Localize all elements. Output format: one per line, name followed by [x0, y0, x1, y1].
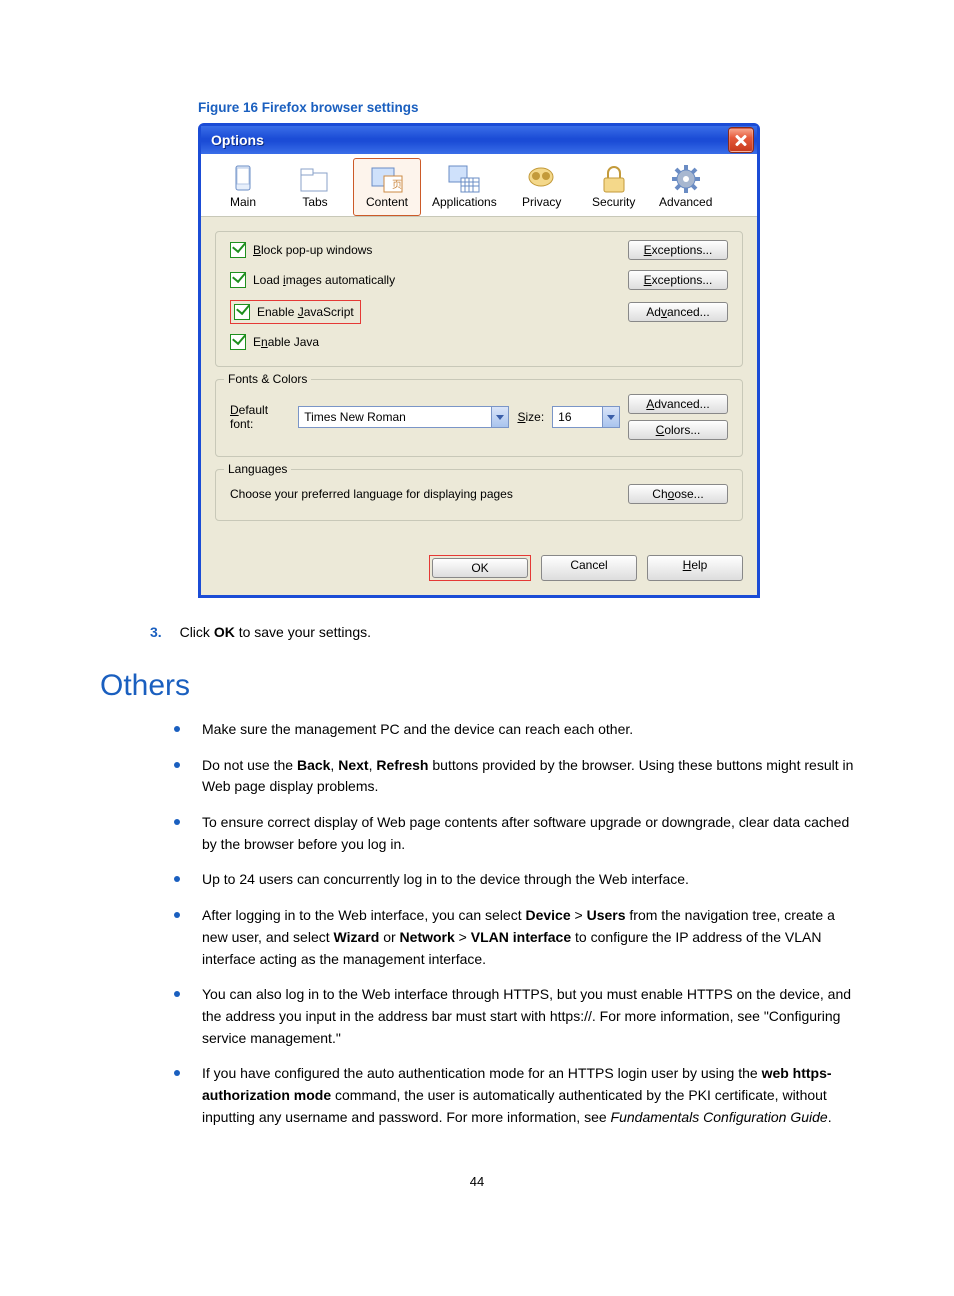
default-font-label: Default font:	[230, 403, 290, 431]
ok-highlight: OK	[429, 555, 531, 581]
tabs-icon	[297, 163, 333, 195]
list-item: Do not use the Back, Next, Refresh butto…	[168, 755, 854, 812]
step-number: 3.	[150, 624, 162, 640]
list-item: To ensure correct display of Web page co…	[168, 812, 854, 869]
title-bar-title: Options	[211, 132, 264, 148]
tab-label: Main	[230, 195, 256, 209]
tab-label: Privacy	[522, 195, 561, 209]
size-label: Size:	[517, 410, 544, 424]
security-icon	[596, 163, 632, 195]
tab-advanced[interactable]: Advanced	[652, 158, 720, 216]
checkbox-java[interactable]	[230, 334, 246, 350]
checkbox-popup[interactable]	[230, 242, 246, 258]
list-item: If you have configured the auto authenti…	[168, 1063, 854, 1142]
checkbox-images[interactable]	[230, 272, 246, 288]
gear-icon	[668, 163, 704, 195]
main-icon	[225, 163, 261, 195]
checkbox-label: BBlock pop-up windowslock pop-up windows	[253, 243, 372, 257]
others-list: Make sure the management PC and the devi…	[168, 719, 854, 1142]
tab-main[interactable]: Main	[209, 158, 277, 216]
tab-label: Advanced	[659, 195, 712, 209]
help-button[interactable]: Help	[647, 555, 743, 581]
category-toolbar: Main Tabs 页 Content Applications	[201, 154, 757, 217]
page-number: 44	[0, 1174, 954, 1189]
checkbox-label: Enable Java	[253, 335, 319, 349]
applications-icon	[446, 163, 482, 195]
checkbox-label: Load images automatically	[253, 273, 395, 287]
step-3: 3. Click OK to save your settings.	[150, 622, 954, 643]
dialog-buttons: OK Cancel Help	[201, 547, 757, 595]
title-bar: Options	[201, 126, 757, 154]
enable-js-highlight: Enable JavaScript	[230, 300, 361, 324]
heading-others: Others	[100, 669, 954, 703]
checkbox-js[interactable]	[234, 304, 250, 320]
font-select[interactable]: Times New Roman	[298, 406, 509, 428]
choose-button[interactable]: Choose...	[628, 484, 728, 504]
group-legend: Languages	[224, 462, 291, 476]
tab-security[interactable]: Security	[580, 158, 648, 216]
content-icon: 页	[369, 163, 405, 195]
tab-label: Tabs	[302, 195, 327, 209]
tab-tabs[interactable]: Tabs	[281, 158, 349, 216]
checkbox-label: Enable JavaScript	[257, 305, 354, 319]
figure-caption: Figure 16 Firefox browser settings	[198, 100, 954, 115]
advanced-button[interactable]: Advanced...	[628, 394, 728, 414]
languages-group: Languages Choose your preferred language…	[215, 469, 743, 521]
tab-applications[interactable]: Applications	[425, 158, 504, 216]
languages-prompt: Choose your preferred language for displ…	[230, 487, 513, 501]
options-dialog: Options Main Tabs 页 Content	[198, 123, 760, 598]
tab-label: Security	[592, 195, 635, 209]
tab-content[interactable]: 页 Content	[353, 158, 421, 216]
list-item: Up to 24 users can concurrently log in t…	[168, 869, 854, 905]
svg-text:页: 页	[392, 179, 402, 191]
exceptions-button[interactable]: Exceptions...	[628, 240, 728, 260]
fonts-colors-group: Fonts & Colors Default font: Times New R…	[215, 379, 743, 457]
list-item: After logging in to the Web interface, y…	[168, 905, 854, 984]
close-icon[interactable]	[729, 128, 753, 152]
tab-label: Content	[366, 195, 408, 209]
content-settings-group: BBlock pop-up windowslock pop-up windows…	[215, 231, 743, 367]
list-item: Make sure the management PC and the devi…	[168, 719, 854, 755]
colors-button[interactable]: Colors...	[628, 420, 728, 440]
group-legend: Fonts & Colors	[224, 372, 311, 386]
list-item: You can also log in to the Web interface…	[168, 984, 854, 1063]
privacy-icon	[524, 163, 560, 195]
tab-privacy[interactable]: Privacy	[508, 158, 576, 216]
advanced-button[interactable]: Advanced...	[628, 302, 728, 322]
cancel-button[interactable]: Cancel	[541, 555, 637, 581]
size-select[interactable]: 16	[552, 406, 620, 428]
ok-button[interactable]: OK	[432, 558, 528, 578]
exceptions-button[interactable]: Exceptions...	[628, 270, 728, 290]
tab-label: Applications	[432, 195, 497, 209]
